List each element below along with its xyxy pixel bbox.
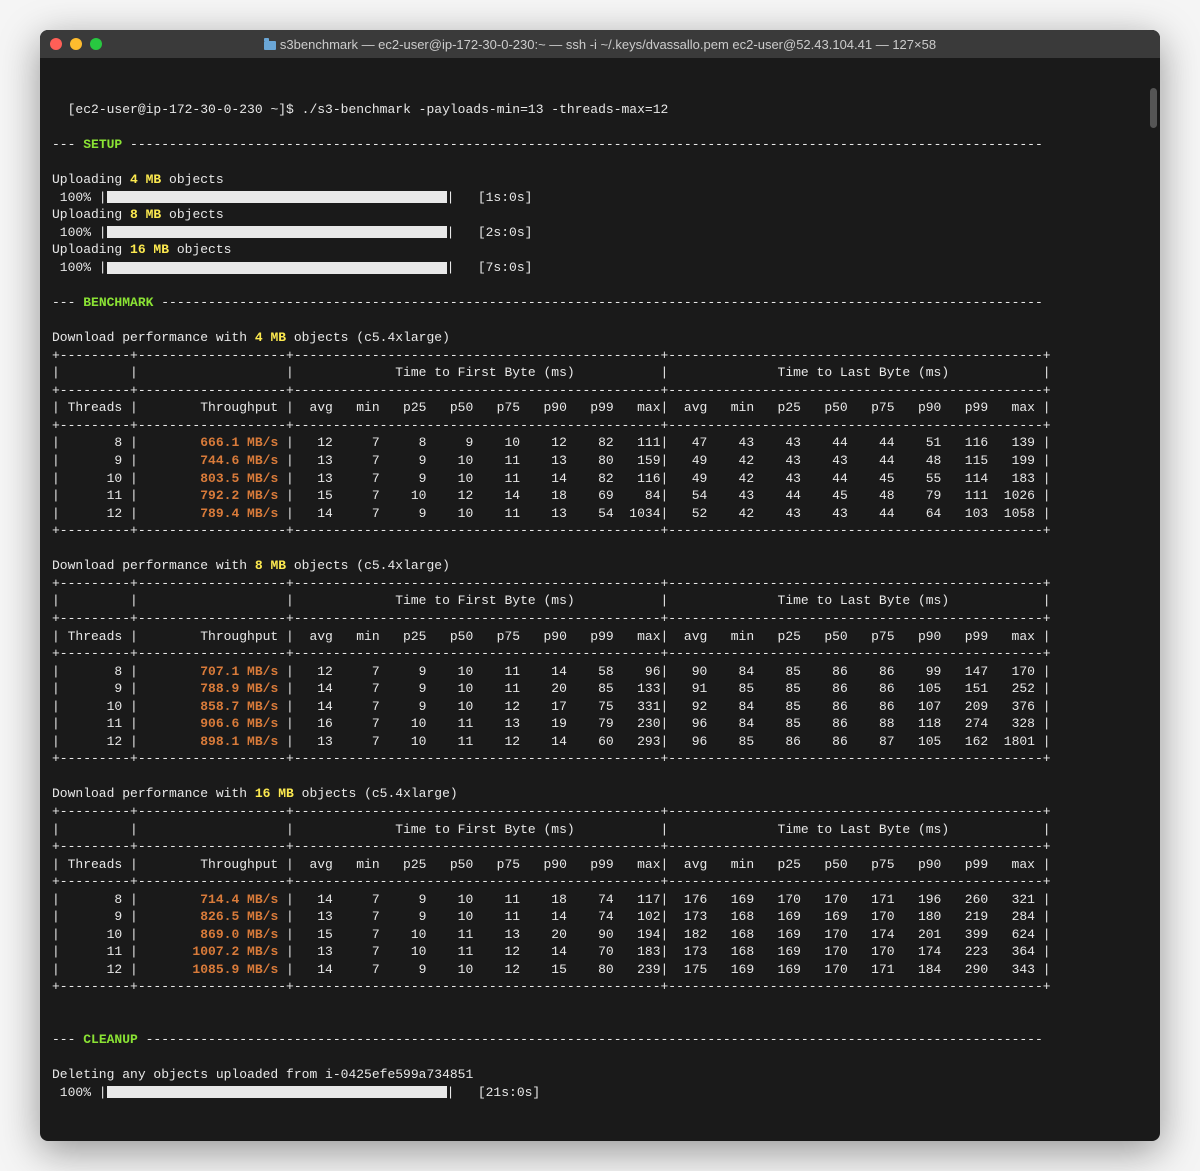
minimize-icon[interactable] [70, 38, 82, 50]
setup-header: --- SETUP ------------------------------… [52, 137, 1043, 152]
table-row: | 10 | 869.0 MB/s | 15 7 10 11 13 20 90 … [52, 927, 1051, 942]
table-row: | 12 | 789.4 MB/s | 14 7 9 10 11 13 54 1… [52, 506, 1051, 521]
table-row: | 8 | 707.1 MB/s | 12 7 9 10 11 14 58 96… [52, 664, 1051, 679]
terminal-body[interactable]: [ec2-user@ip-172-30-0-230 ~]$ ./s3-bench… [40, 58, 1160, 1141]
table-title: Download performance with 16 MB objects … [52, 786, 458, 801]
table-row: | 9 | 744.6 MB/s | 13 7 9 10 11 13 80 15… [52, 453, 1051, 468]
table-title: Download performance with 4 MB objects (… [52, 330, 450, 345]
table-row: | 8 | 714.4 MB/s | 14 7 9 10 11 18 74 11… [52, 892, 1051, 907]
cleanup-text: Deleting any objects uploaded from i-042… [52, 1067, 473, 1082]
window-controls [50, 38, 102, 50]
command: ./s3-benchmark -payloads-min=13 -threads… [302, 102, 669, 117]
upload-line: Uploading 8 MB objects [52, 207, 224, 222]
table-row: | 9 | 826.5 MB/s | 13 7 9 10 11 14 74 10… [52, 909, 1051, 924]
table-title: Download performance with 8 MB objects (… [52, 558, 450, 573]
table-row: | 12 | 1085.9 MB/s | 14 7 9 10 12 15 80 … [52, 962, 1051, 977]
progress-line: 100% || [21s:0s] [52, 1085, 540, 1100]
titlebar[interactable]: s3benchmark — ec2-user@ip-172-30-0-230:~… [40, 30, 1160, 58]
progress-line: 100% || [1s:0s] [52, 190, 532, 205]
benchmark-header: --- BENCHMARK --------------------------… [52, 295, 1043, 310]
table-row: | 11 | 906.6 MB/s | 16 7 10 11 13 19 79 … [52, 716, 1051, 731]
window-title: s3benchmark — ec2-user@ip-172-30-0-230:~… [40, 37, 1160, 52]
close-icon[interactable] [50, 38, 62, 50]
zoom-icon[interactable] [90, 38, 102, 50]
progress-line: 100% || [7s:0s] [52, 260, 532, 275]
table-row: | 11 | 792.2 MB/s | 15 7 10 12 14 18 69 … [52, 488, 1051, 503]
folder-icon [264, 41, 276, 50]
table-row: | 9 | 788.9 MB/s | 14 7 9 10 11 20 85 13… [52, 681, 1051, 696]
prompt: [ec2-user@ip-172-30-0-230 ~]$ [68, 102, 302, 117]
upload-line: Uploading 16 MB objects [52, 242, 231, 257]
progress-line: 100% || [2s:0s] [52, 225, 532, 240]
upload-line: Uploading 4 MB objects [52, 172, 224, 187]
table-row: | 12 | 898.1 MB/s | 13 7 10 11 12 14 60 … [52, 734, 1051, 749]
table-row: | 11 | 1007.2 MB/s | 13 7 10 11 12 14 70… [52, 944, 1051, 959]
table-row: | 8 | 666.1 MB/s | 12 7 8 9 10 12 82 111… [52, 435, 1051, 450]
table-row: | 10 | 803.5 MB/s | 13 7 9 10 11 14 82 1… [52, 471, 1051, 486]
scrollbar[interactable] [1150, 88, 1157, 128]
cleanup-header: --- CLEANUP ----------------------------… [52, 1032, 1043, 1047]
terminal-window: s3benchmark — ec2-user@ip-172-30-0-230:~… [40, 30, 1160, 1141]
table-row: | 10 | 858.7 MB/s | 14 7 9 10 12 17 75 3… [52, 699, 1051, 714]
